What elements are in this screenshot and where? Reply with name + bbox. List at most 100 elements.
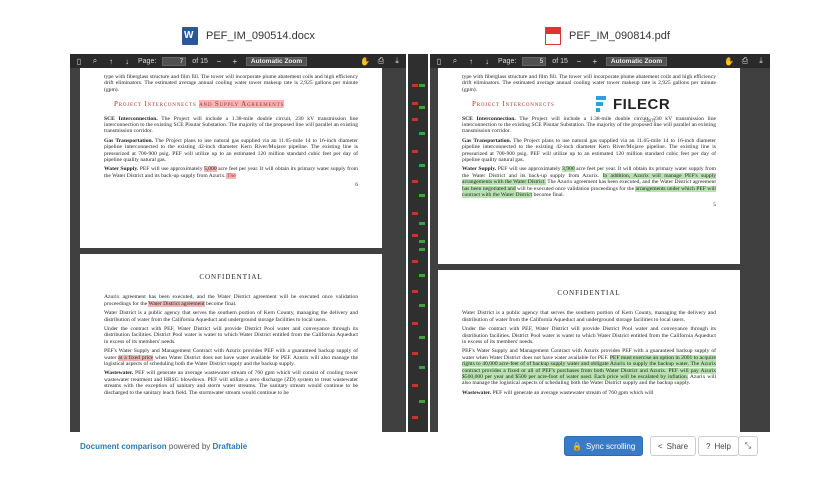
paragraph: Water Supply. PEF will use approximately…	[462, 166, 716, 199]
minimap-mark	[419, 274, 425, 277]
minimap-mark	[412, 102, 418, 105]
minimap-mark	[419, 194, 425, 197]
share-button[interactable]: < Share	[650, 436, 697, 456]
paragraph: SCE Interconnection. The Project will in…	[462, 115, 716, 135]
minimap-mark	[419, 106, 425, 109]
watermark-sub: .com	[642, 118, 656, 124]
filecr-logo-icon	[596, 96, 610, 114]
document-comparison-link[interactable]: Document comparison	[80, 442, 167, 451]
help-icon: ?	[706, 441, 711, 451]
sync-scrolling-button[interactable]: 🔒 Sync scrolling	[564, 436, 644, 456]
download-icon[interactable]: ⤓	[756, 56, 766, 66]
minimap-mark	[419, 164, 425, 167]
right-document-viewer[interactable]: ▯ ⌕ ↑ ↓ Page: 5 of 15 − + Automatic Zoom…	[430, 54, 770, 432]
paragraph: Gas Transportation. The Project plans to…	[462, 137, 717, 164]
zoom-out-icon[interactable]: −	[214, 56, 224, 66]
word-doc-icon	[182, 27, 198, 45]
sidebar-toggle-icon[interactable]: ▯	[74, 56, 84, 66]
minimap-mark	[419, 366, 425, 369]
previous-page-icon[interactable]: ↑	[106, 56, 116, 66]
left-toolbar: ▯ ⌕ ↑ ↓ Page: 7 of 15 − + Automatic Zoom…	[70, 54, 406, 68]
right-file-header: PEF_IM_090814.pdf	[545, 22, 670, 50]
watermark-brand: FILECR	[613, 95, 671, 113]
zoom-in-icon[interactable]: +	[590, 56, 600, 66]
diff-removed: The	[225, 172, 236, 179]
minimap-mark	[412, 260, 418, 263]
page-total: of 15	[192, 57, 208, 65]
minimap-mark	[412, 150, 418, 153]
sidebar-toggle-icon[interactable]: ▯	[434, 56, 444, 66]
minimap-mark	[412, 212, 418, 215]
confidential-heading: CONFIDENTIAL	[557, 289, 621, 297]
minimap-mark	[419, 240, 425, 243]
right-file-name: PEF_IM_090814.pdf	[569, 30, 670, 42]
help-button[interactable]: ? Help	[698, 436, 739, 456]
paragraph: PEF's Water Supply and Management Contra…	[462, 348, 716, 387]
paragraph: Water District is a public agency that s…	[462, 310, 716, 323]
page-total: of 15	[552, 57, 568, 65]
diff-removed: and Supply Agreements	[199, 100, 285, 109]
hand-tool-icon[interactable]: ✋	[360, 56, 370, 66]
left-page-7: CONFIDENTIAL Azurix agreement has been e…	[80, 254, 382, 432]
section-title: Project Interconnects	[472, 100, 555, 109]
page-number: 5	[713, 201, 716, 208]
filecr-watermark: FILECR .com	[596, 95, 671, 124]
minimap-mark	[419, 84, 425, 87]
paragraph: Gas Transportation. The Project plans to…	[104, 137, 359, 164]
collapse-icon: ⤡	[744, 441, 752, 450]
minimap-mark	[412, 84, 418, 87]
search-icon[interactable]: ⌕	[450, 56, 460, 66]
diff-added: 3,900	[562, 166, 575, 173]
minimap-mark	[412, 416, 418, 419]
next-page-icon[interactable]: ↓	[122, 56, 132, 66]
zoom-in-icon[interactable]: +	[230, 56, 240, 66]
paragraph: Water District is a public agency that s…	[104, 310, 358, 323]
next-page-icon[interactable]: ↓	[482, 56, 492, 66]
expand-button[interactable]: ⤡	[738, 436, 758, 456]
paragraph: Wastewater. PEF will generate an average…	[462, 389, 654, 396]
page-label: Page:	[498, 57, 517, 65]
left-file-header: PEF_IM_090514.docx	[182, 22, 315, 50]
right-toolbar: ▯ ⌕ ↑ ↓ Page: 5 of 15 − + Automatic Zoom…	[430, 54, 770, 68]
diff-minimap[interactable]	[408, 54, 428, 432]
minimap-mark	[419, 304, 425, 307]
right-page-6: CONFIDENTIAL Water District is a public …	[438, 270, 740, 432]
zoom-out-icon[interactable]: −	[574, 56, 584, 66]
paragraph: Wastewater. PEF will generate an average…	[104, 370, 358, 396]
lock-icon: 🔒	[572, 441, 582, 451]
minimap-mark	[419, 248, 425, 251]
hand-tool-icon[interactable]: ✋	[724, 56, 734, 66]
page-number: 6	[355, 182, 358, 189]
draftable-link[interactable]: Draftable	[213, 442, 248, 451]
diff-removed: Water District agreement	[148, 300, 205, 307]
print-icon[interactable]: ⎙	[740, 56, 750, 66]
paragraph: SCE Interconnection. The Project will in…	[104, 115, 358, 135]
paragraph: Water Supply. PEF will use approximately…	[104, 166, 358, 179]
download-icon[interactable]: ⤓	[392, 56, 402, 66]
minimap-mark	[412, 234, 418, 237]
minimap-mark	[412, 118, 418, 121]
share-icon: <	[658, 441, 663, 451]
zoom-select[interactable]: Automatic Zoom	[245, 56, 308, 66]
left-document-viewer[interactable]: ▯ ⌕ ↑ ↓ Page: 7 of 15 − + Automatic Zoom…	[70, 54, 406, 432]
left-file-name: PEF_IM_090514.docx	[206, 30, 315, 42]
zoom-select[interactable]: Automatic Zoom	[605, 56, 668, 66]
minimap-mark	[419, 400, 425, 403]
page-number-input[interactable]: 5	[522, 56, 547, 66]
minimap-mark	[419, 132, 425, 135]
search-icon[interactable]: ⌕	[90, 56, 100, 66]
paragraph: type with fiberglass structure and film …	[104, 74, 358, 93]
paragraph: Under the contract with PEF, Water Distr…	[462, 326, 716, 346]
page-number-input[interactable]: 7	[162, 56, 187, 66]
print-icon[interactable]: ⎙	[376, 56, 386, 66]
minimap-mark	[412, 180, 418, 183]
right-page-5: type with fiberglass structure and film …	[438, 68, 740, 264]
left-page-6: type with fiberglass structure and film …	[80, 68, 382, 248]
paragraph: type with fiberglass structure and film …	[462, 74, 716, 93]
previous-page-icon[interactable]: ↑	[466, 56, 476, 66]
powered-by-text: Document comparison powered by Draftable	[80, 442, 248, 451]
paragraph: PEF's Water Supply and Management Contra…	[104, 348, 358, 368]
paragraph: Azurix agreement has been executed, and …	[104, 294, 358, 307]
minimap-mark	[412, 384, 418, 387]
confidential-heading: CONFIDENTIAL	[199, 273, 263, 281]
